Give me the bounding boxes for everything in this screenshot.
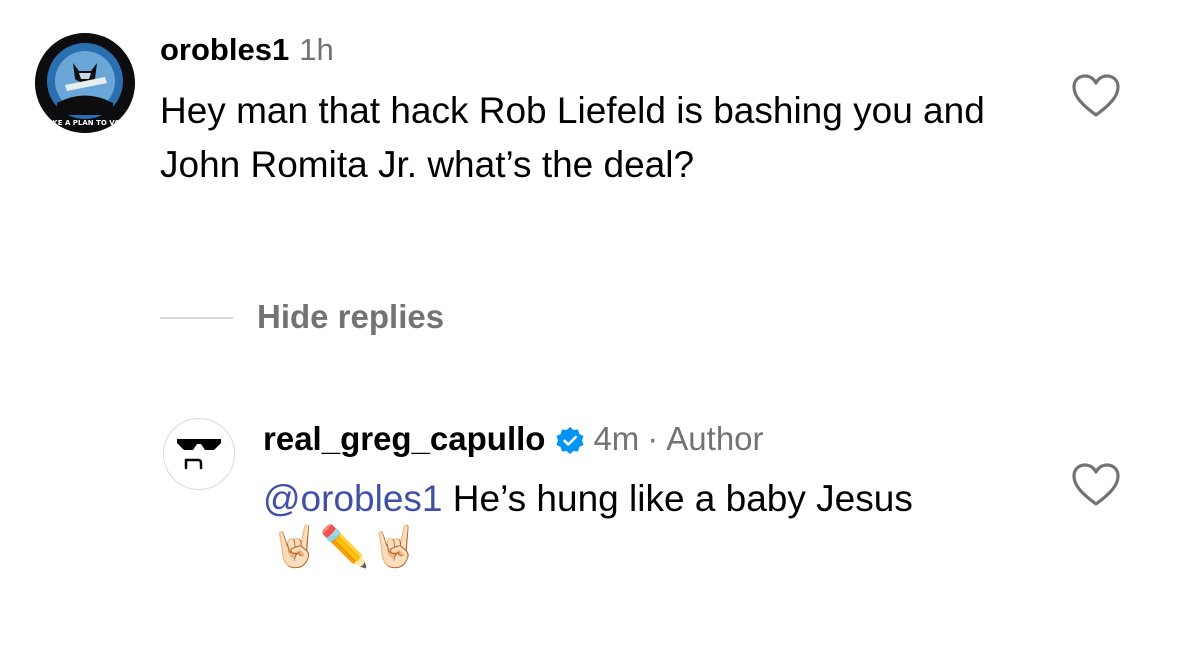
like-button[interactable] [1071,73,1121,119]
reply-text: @orobles1 He’s hung like a baby Jesus [263,472,1053,526]
svg-text:MAKE A PLAN TO VOTE: MAKE A PLAN TO VOTE [40,119,130,127]
hide-replies-button[interactable]: Hide replies [257,297,444,337]
heart-outline-icon [1072,74,1120,117]
mention-link[interactable]: @orobles1 [263,478,443,519]
reply-body: He’s hung like a baby Jesus [452,478,913,519]
avatar-sunglasses-image [177,439,221,470]
comment-header: orobles1 1h [160,30,334,70]
reply-avatar[interactable] [163,418,235,490]
reply-username[interactable]: real_greg_capullo [263,418,545,460]
comment-text: Hey man that hack Rob Liefeld is bashing… [160,90,985,185]
comment-username[interactable]: orobles1 [160,32,289,67]
verified-badge-icon [555,424,585,454]
reply-header: real_greg_capullo 4m · Author [263,418,764,460]
avatar[interactable]: MAKE A PLAN TO VOTE [35,33,135,133]
replies-divider [160,317,233,319]
reply-timestamp: 4m [593,420,640,457]
reply-like-button[interactable] [1071,462,1121,508]
author-label: Author [666,420,764,457]
heart-outline-icon [1072,463,1120,506]
meta-separator: · [647,420,659,457]
avatar-batman-image: MAKE A PLAN TO VOTE [35,33,135,133]
reply-emojis: 🤘🏻✏️🤘🏻 [270,524,420,570]
comment-timestamp: 1h [299,32,334,67]
